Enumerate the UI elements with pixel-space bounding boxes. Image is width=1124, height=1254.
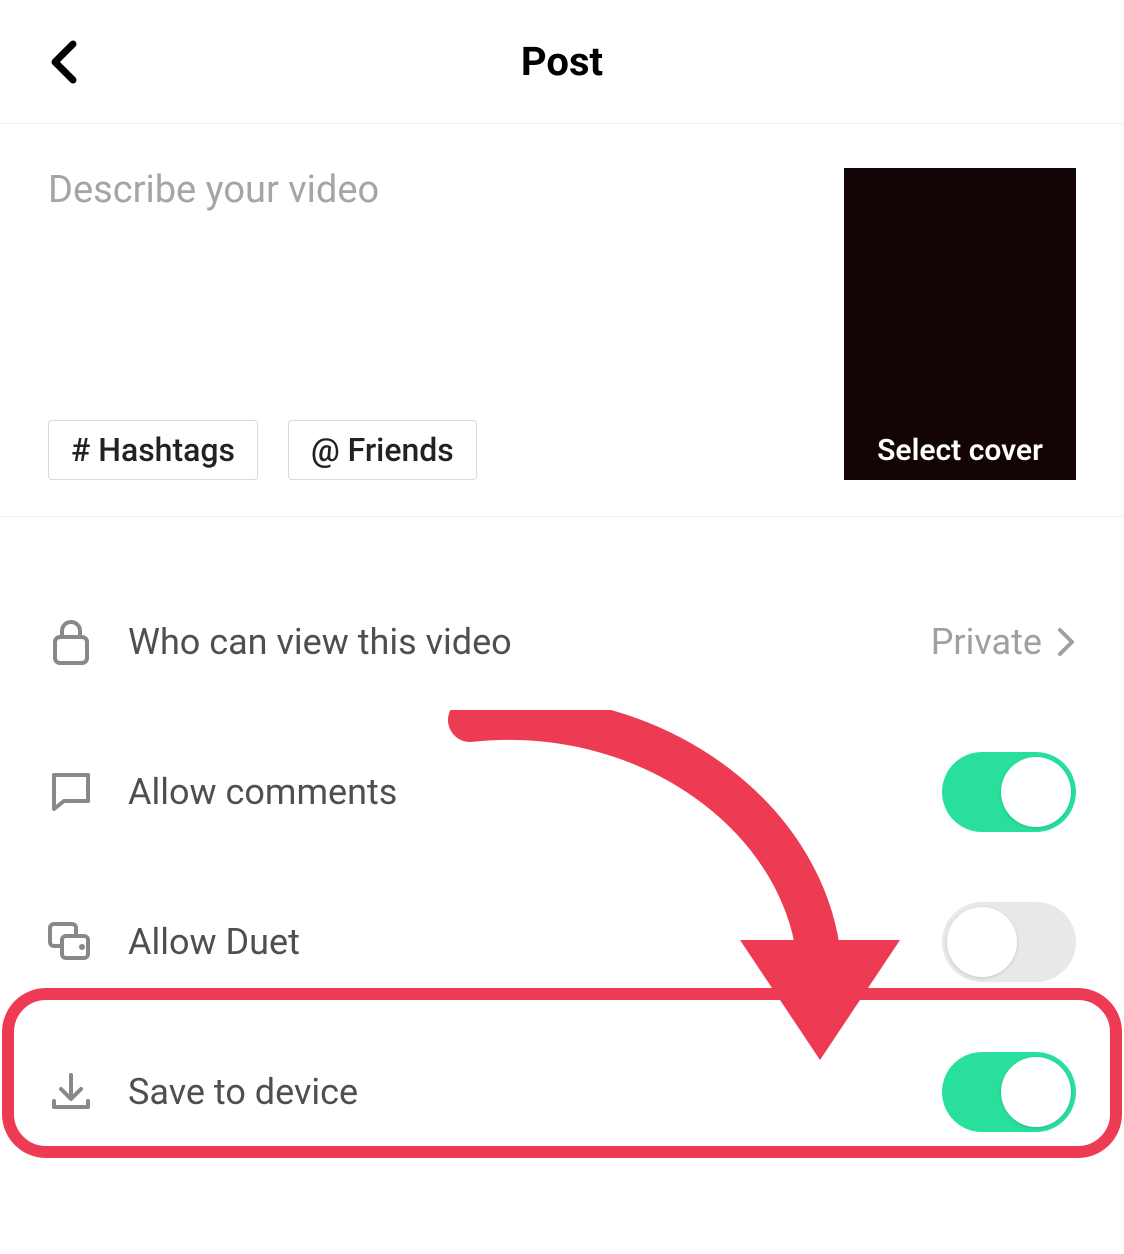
save-row: Save to device [48,1017,1076,1167]
select-cover-button[interactable]: Select cover [844,168,1076,480]
comments-label: Allow comments [128,771,942,813]
save-label: Save to device [128,1071,942,1113]
options-section: Who can view this video Private Allow co… [0,517,1124,1167]
duet-label: Allow Duet [128,921,942,963]
description-input[interactable]: Describe your video [48,168,820,328]
privacy-label: Who can view this video [128,621,931,663]
chevron-right-icon [1056,626,1076,658]
comment-icon [48,771,94,813]
cover-label: Select cover [844,433,1076,468]
privacy-value: Private [931,621,1042,663]
compose-left: Describe your video # Hashtags @ Friends [48,168,820,480]
duet-row: Allow Duet [48,867,1076,1017]
compose-section: Describe your video # Hashtags @ Friends… [0,124,1124,517]
save-toggle[interactable] [942,1052,1076,1132]
chevron-left-icon [49,40,79,84]
hashtags-button[interactable]: # Hashtags [48,420,258,480]
privacy-right: Private [931,621,1076,663]
friends-button[interactable]: @ Friends [288,420,477,480]
back-button[interactable] [44,42,84,82]
privacy-row[interactable]: Who can view this video Private [48,567,1076,717]
duet-toggle[interactable] [942,902,1076,982]
duet-icon [48,922,94,962]
comments-row: Allow comments [48,717,1076,867]
download-icon [48,1071,94,1113]
chip-row: # Hashtags @ Friends [48,420,820,480]
header: Post [0,0,1124,124]
lock-icon [48,619,94,665]
page-title: Post [521,38,603,85]
comments-toggle[interactable] [942,752,1076,832]
